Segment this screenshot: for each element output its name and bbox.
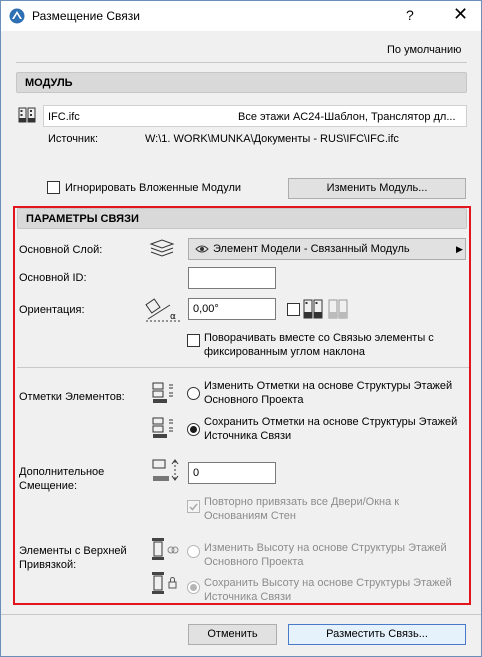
extra-offset-label: Дополнительное Смещение: (19, 465, 104, 493)
rotate-fixed-checkbox[interactable] (187, 334, 200, 347)
place-link-button[interactable]: Разместить Связь... (288, 624, 466, 645)
archicad-app-icon (9, 8, 25, 24)
top-linked-source-icon (149, 570, 179, 598)
base-layer-dropdown[interactable]: Элемент Модели - Связанный Модуль ▶ (188, 238, 466, 260)
help-button[interactable]: ? (406, 7, 414, 23)
top-linked-source-label: Сохранить Высоту на основе Структуры Эта… (204, 576, 452, 604)
top-linked-label-line2: Привязкой: (19, 559, 77, 571)
orientation-lock-checkbox[interactable] (287, 303, 300, 316)
top-linked-label: Элементы с Верхней Привязкой: (19, 544, 127, 572)
top-linked-project-icon (149, 536, 179, 564)
rebind-doors-label: Повторно привязать все Двери/Окна к Осно… (204, 495, 399, 523)
ignore-nested-label: Игнорировать Вложенные Модули (65, 182, 242, 194)
elevation-source-icon (149, 414, 177, 442)
module-file-description: Все этажи AC24-Шаблон, Транслятор дл... (238, 111, 456, 123)
elevation-project-radio[interactable] (187, 387, 200, 400)
elevation-project-label: Изменить Отметки на основе Структуры Эта… (204, 379, 452, 407)
rotate-fixed-label-line2: фиксированным углом наклона (204, 346, 366, 358)
rotate-fixed-label-line1: Поворачивать вместе со Связью элементы с (204, 332, 434, 344)
extra-offset-label-line2: Смещение: (19, 480, 78, 492)
defaults-link[interactable]: По умолчанию (387, 43, 461, 57)
params-spacer (17, 528, 469, 529)
top-linked-source-line2: Источника Связи (204, 591, 292, 603)
eye-icon (195, 244, 209, 254)
dropdown-arrow-icon: ▶ (456, 244, 463, 254)
extra-offset-label-line1: Дополнительное (19, 466, 105, 478)
elevation-source-radio[interactable] (187, 423, 200, 436)
change-module-button[interactable]: Изменить Модуль... (288, 178, 466, 199)
layers-icon (149, 239, 175, 257)
top-linked-label-line1: Элементы с Верхней (19, 545, 127, 557)
orientation-input[interactable]: 0,00° (188, 298, 276, 320)
elevation-project-line2: Основного Проекта (204, 394, 304, 406)
base-id-label: Основной ID: (19, 272, 87, 284)
ifc-module-icon (18, 106, 38, 124)
top-linked-source-radio[interactable] (187, 581, 200, 594)
source-label: Источник: (48, 133, 99, 145)
params-divider-1 (17, 367, 469, 368)
top-divider (16, 62, 467, 63)
top-linked-project-line1: Изменить Высоту на основе Структуры Этаж… (204, 542, 447, 554)
close-button[interactable]: ✕ (453, 4, 468, 25)
rebind-doors-checkbox[interactable] (187, 500, 200, 513)
source-path: W:\1. WORK\MUNKA\Документы - RUS\IFC\IFC… (145, 133, 399, 145)
rotate-fixed-label: Поворачивать вместе со Связью элементы с… (204, 331, 434, 359)
elevation-project-icon (149, 379, 177, 407)
svg-text:α: α (170, 312, 176, 322)
offset-icon (149, 457, 181, 485)
dialog-window: Размещение Связи ? ✕ По умолчанию МОДУЛЬ… (0, 0, 482, 657)
top-linked-project-line2: Основного Проекта (204, 556, 304, 568)
cancel-button[interactable]: Отменить (188, 624, 277, 645)
top-linked-source-line1: Сохранить Высоту на основе Структуры Эта… (204, 577, 452, 589)
elevation-source-line2: Источника Связи (204, 430, 292, 442)
rebind-doors-line2: Основаниям Стен (204, 510, 296, 522)
base-layer-label: Основной Слой: (19, 244, 103, 256)
top-linked-project-label: Изменить Высоту на основе Структуры Этаж… (204, 541, 447, 569)
top-linked-project-radio[interactable] (187, 545, 200, 558)
orientation-label: Ориентация: (19, 304, 85, 316)
fixed-elements-icon (303, 298, 351, 320)
rebind-doors-line1: Повторно привязать все Двери/Окна к (204, 496, 400, 508)
elevation-project-line1: Изменить Отметки на основе Структуры Эта… (204, 380, 453, 392)
footer-divider (1, 614, 481, 615)
module-file-name: IFC.ifc (48, 111, 80, 123)
module-header: МОДУЛЬ (16, 72, 467, 93)
orientation-angle-icon: α (144, 295, 184, 325)
elevations-label: Отметки Элементов: (19, 391, 125, 403)
base-layer-value: Элемент Модели - Связанный Модуль (213, 243, 410, 255)
elevation-source-line1: Сохранить Отметки на основе Структуры Эт… (204, 416, 458, 428)
module-info-box: IFC.ifc Все этажи AC24-Шаблон, Транслято… (43, 105, 467, 127)
title-bar: Размещение Связи ? ✕ (1, 1, 481, 31)
elevation-source-label: Сохранить Отметки на основе Структуры Эт… (204, 415, 457, 443)
base-id-input[interactable] (188, 267, 276, 289)
ignore-nested-checkbox[interactable] (47, 181, 60, 194)
extra-offset-input[interactable]: 0 (188, 462, 276, 484)
link-params-header: ПАРАМЕТРЫ СВЯЗИ (17, 208, 467, 229)
window-title: Размещение Связи (32, 9, 140, 23)
